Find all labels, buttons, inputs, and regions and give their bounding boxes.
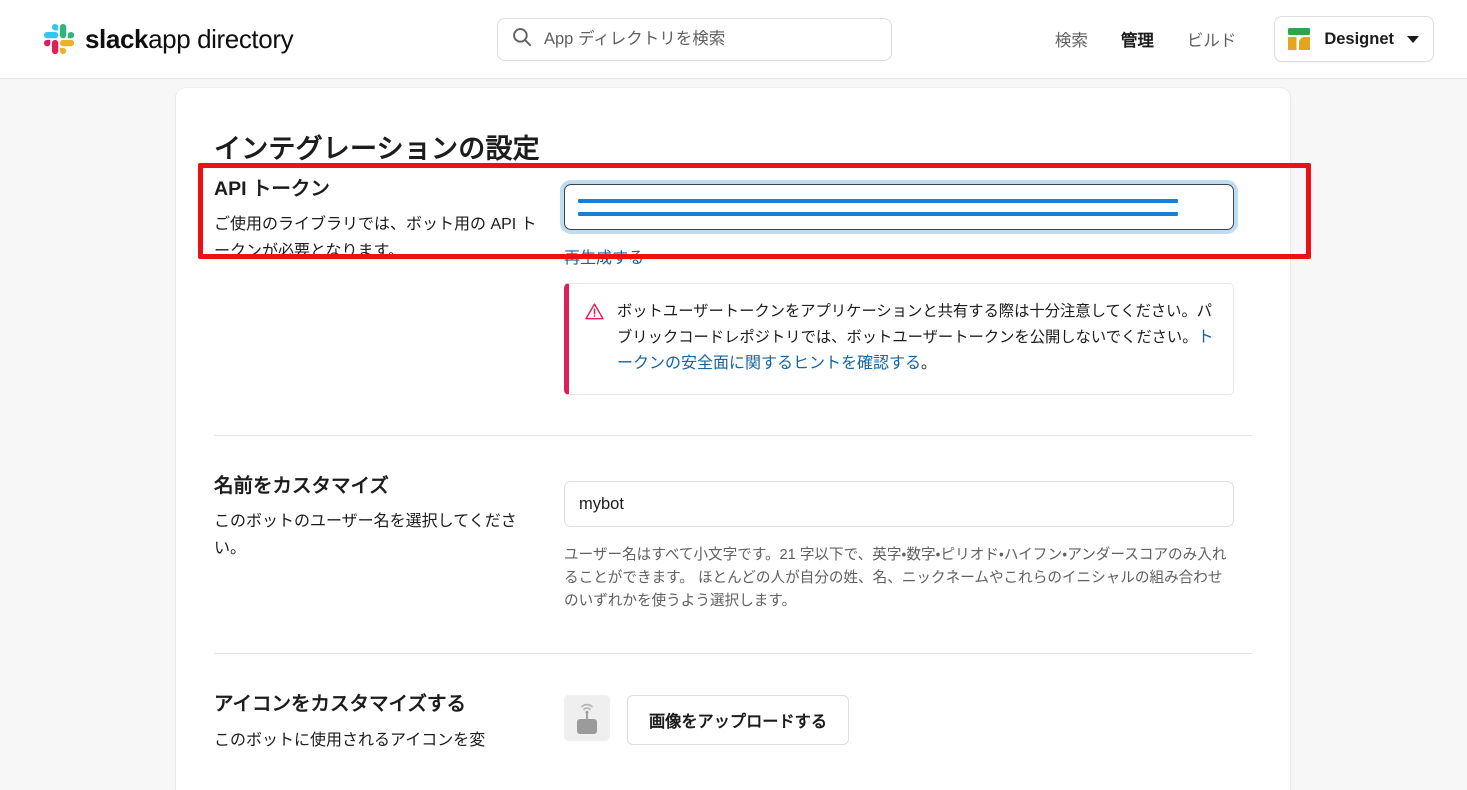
api-token-input[interactable]	[564, 184, 1234, 230]
warning-text-tail: 。	[921, 355, 937, 372]
brand-title: slackapp directory	[85, 24, 294, 54]
bot-username-input[interactable]	[564, 481, 1234, 528]
bot-placeholder-icon	[564, 695, 610, 742]
warning-text-main: ボットユーザートークンをアプリケーションと共有する際は十分注意してください。パブ…	[617, 303, 1213, 346]
search-container	[497, 18, 892, 61]
workspace-menu-button[interactable]: Designet	[1274, 16, 1434, 62]
api-token-control-column: 再生成する ボットユーザートークンをアプリケーションと共有する際は十分注意してく…	[564, 176, 1252, 396]
brand-logo-link[interactable]: slackapp directory	[44, 24, 294, 54]
workspace-avatar-icon	[1285, 25, 1314, 53]
customize-icon-heading: アイコンをカスタマイズする	[214, 693, 466, 716]
warning-triangle-icon	[585, 302, 604, 377]
token-redaction-bar	[578, 198, 1179, 203]
customize-icon-control-column: 画像をアップロードする	[564, 691, 1252, 754]
token-redaction-bar	[578, 211, 1179, 216]
section-api-token: API トークン ご使用のライブラリでは、ボット用の API トークンが必要とな…	[214, 176, 1252, 396]
nav-link-search[interactable]: 検索	[1055, 19, 1088, 59]
page-body: インテグレーションの設定 API トークン ご使用のライブラリでは、ボット用の …	[0, 79, 1467, 790]
workspace-name: Designet	[1324, 29, 1394, 48]
api-token-heading: API トークン	[214, 178, 330, 200]
search-icon	[512, 27, 532, 52]
customize-icon-description: このボットに使用されるアイコンを変	[214, 731, 486, 749]
customize-icon-label-column: アイコンをカスタマイズする このボットに使用されるアイコンを変	[214, 691, 564, 754]
chevron-down-icon	[1407, 35, 1419, 43]
customize-name-heading: 名前をカスタマイズ	[214, 475, 389, 498]
customize-name-label-column: 名前をカスタマイズ このボットのユーザー名を選択してください。	[214, 473, 564, 613]
api-token-label-column: API トークン ご使用のライブラリでは、ボット用の API トークンが必要とな…	[214, 176, 564, 395]
section-customize-name: 名前をカスタマイズ このボットのユーザー名を選択してください。 ユーザー名はすべ…	[214, 436, 1252, 613]
nav-link-manage[interactable]: 管理	[1121, 19, 1154, 59]
regenerate-token-link[interactable]: 再生成する	[564, 244, 644, 268]
customize-name-description: このボットのユーザー名を選択してください。	[214, 513, 517, 557]
api-token-description: ご使用のライブラリでは、ボット用の API トークンが必要となります。	[214, 216, 537, 260]
warning-text: ボットユーザートークンをアプリケーションと共有する際は十分注意してください。パブ…	[617, 300, 1215, 377]
upload-image-button[interactable]: 画像をアップロードする	[627, 695, 850, 746]
nav-link-build[interactable]: ビルド	[1187, 19, 1237, 59]
brand-name-light: app directory	[148, 24, 294, 54]
search-box[interactable]	[497, 18, 892, 61]
search-input[interactable]	[544, 19, 877, 60]
top-navigation-bar: slackapp directory 検索 管理 ビルド	[0, 0, 1467, 79]
page-title: インテグレーションの設定	[214, 134, 540, 164]
settings-card: インテグレーションの設定 API トークン ご使用のライブラリでは、ボット用の …	[176, 88, 1290, 790]
brand-name-bold: slack	[85, 24, 149, 54]
section-customize-icon: アイコンをカスタマイズする このボットに使用されるアイコンを変 画像をアップロー…	[214, 654, 1252, 754]
header-nav-group: 検索 管理 ビルド Designet	[1022, 0, 1467, 78]
slack-logo-icon	[44, 24, 74, 54]
customize-name-control-column: ユーザー名はすべて小文字です。21 字以下で、英字・数字・ピリオド・ハイフン・ア…	[564, 473, 1252, 613]
bot-username-hint: ユーザー名はすべて小文字です。21 字以下で、英字・数字・ピリオド・ハイフン・ア…	[564, 547, 1227, 610]
token-security-warning: ボットユーザートークンをアプリケーションと共有する際は十分注意してください。パブ…	[564, 283, 1234, 396]
